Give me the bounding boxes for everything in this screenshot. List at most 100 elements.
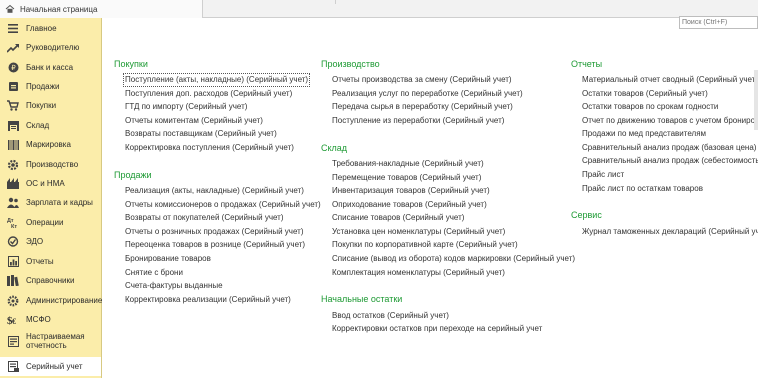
link-price-list[interactable]: Прайс лист <box>582 170 624 180</box>
link-set-prices[interactable]: Установка цен номенклатуры (Серийный уче… <box>332 227 505 237</box>
sidebar-item-label: Продажи <box>26 82 60 91</box>
section-title-production: Производство <box>321 59 380 69</box>
link-sales-comparison-base[interactable]: Сравнительный анализ продаж (базовая цен… <box>582 143 756 153</box>
sidebar-item-label: Зарплата и кадры <box>26 198 93 207</box>
link-supplier-returns[interactable]: Возвраты поставщикам (Серийный учет) <box>125 129 277 139</box>
link-purchase-receipt[interactable]: Поступление (акты, накладные) (Серийный … <box>122 73 311 87</box>
sidebar-item-operations[interactable]: Дт Кт Операции <box>0 213 101 232</box>
link-med-rep-sales[interactable]: Продажи по мед представителям <box>582 129 706 139</box>
link-unreserve[interactable]: Снятие с брони <box>125 268 183 278</box>
link-goods-transfer[interactable]: Перемещение товаров (Серийный учет) <box>332 173 481 183</box>
sidebar-item-label: Маркировка <box>26 140 71 149</box>
cart-icon <box>7 81 19 93</box>
link-goods-posting[interactable]: Оприходование товаров (Серийный учет) <box>332 200 487 210</box>
link-balance-correction[interactable]: Корректировки остатков при переходе на с… <box>332 324 542 334</box>
svg-text:€: € <box>12 317 16 325</box>
section-title-warehouse: Склад <box>321 143 348 153</box>
sidebar-item-label: Справочники <box>26 276 75 285</box>
sidebar-item-label: Операции <box>26 218 64 227</box>
sidebar-item-label: Настраиваемая отчетность <box>26 332 85 350</box>
link-processing-services[interactable]: Реализация услуг по переработке (Серийны… <box>332 89 523 99</box>
link-customs-declarations-journal[interactable]: Журнал таможенных деклараций (Серийный у… <box>582 227 758 237</box>
section-title-sales: Продажи <box>114 170 152 180</box>
scrollbar[interactable] <box>754 70 758 130</box>
dt-kt-icon: Дт Кт <box>7 217 19 229</box>
link-extra-expenses[interactable]: Поступления доп. расходов (Серийный учет… <box>125 89 292 99</box>
link-processing-receipt[interactable]: Поступление из переработки (Серийный уче… <box>332 116 504 126</box>
books-icon <box>7 275 19 287</box>
section-title-reports: Отчеты <box>571 59 603 69</box>
sidebar-item-production[interactable]: Производство <box>0 155 101 174</box>
link-sales-correction[interactable]: Корректировка реализации (Серийный учет) <box>125 295 291 305</box>
link-balance-entry[interactable]: Ввод остатков (Серийный учет) <box>332 311 449 321</box>
link-commissioner-reports[interactable]: Отчеты комиссионеров о продажах (Серийны… <box>125 200 321 210</box>
sidebar-item-label: Администрирование <box>26 296 103 305</box>
sidebar-item-main[interactable]: Главное <box>0 19 101 38</box>
tab-separator <box>335 0 336 4</box>
link-goods-reservation[interactable]: Бронирование товаров <box>125 254 211 264</box>
section-title-purchases: Покупки <box>114 59 148 69</box>
link-sales-invoice[interactable]: Реализация (акты, накладные) (Серийный у… <box>125 186 304 196</box>
link-retail-repricing[interactable]: Переоценка товаров в рознице (Серийный у… <box>125 240 305 250</box>
serial-icon <box>7 361 19 373</box>
link-issued-invoices[interactable]: Счета-фактуры выданные <box>125 281 223 291</box>
sidebar-item-label: Производство <box>26 160 79 169</box>
link-corporate-card-purchases[interactable]: Покупки по корпоративной карте (Серийный… <box>332 240 518 250</box>
sidebar-item-references[interactable]: Справочники <box>0 271 101 290</box>
link-customs-import[interactable]: ГТД по импорту (Серийный учет) <box>125 102 247 112</box>
link-committent-reports[interactable]: Отчеты комитентам (Серийный учет) <box>125 116 263 126</box>
link-retail-reports[interactable]: Отчеты о розничных продажах (Серийный уч… <box>125 227 303 237</box>
sidebar-item-reports[interactable]: Отчеты <box>0 252 101 271</box>
barcode-icon <box>7 139 19 151</box>
link-marking-codes-writeoff[interactable]: Списание (вывод из оборота) кодов маркир… <box>332 254 575 264</box>
tab-home[interactable]: Начальная страница <box>0 0 203 18</box>
sidebar-item-sales[interactable]: Продажи <box>0 77 101 96</box>
sidebar: Главное Руководителю ₽ Банк и касса Прод… <box>0 18 102 378</box>
sidebar-item-warehouse[interactable]: Склад <box>0 116 101 135</box>
link-raw-transfer[interactable]: Передача сырья в переработку (Серийный у… <box>332 102 513 112</box>
people-icon <box>7 197 19 209</box>
sidebar-item-msfo[interactable]: $ € МСФО <box>0 310 101 329</box>
sidebar-item-serial[interactable]: Серийный учет <box>0 357 101 376</box>
link-goods-writeoff[interactable]: Списание товаров (Серийный учет) <box>332 213 464 223</box>
sidebar-item-salary[interactable]: Зарплата и кадры <box>0 193 101 212</box>
trend-icon <box>7 42 19 54</box>
link-stock-expiry[interactable]: Остатки товаров по срокам годности <box>582 102 718 112</box>
section-title-service: Сервис <box>571 210 602 220</box>
sidebar-item-manager[interactable]: Руководителю <box>0 38 101 57</box>
sidebar-item-marking[interactable]: Маркировка <box>0 135 101 154</box>
sidebar-item-label: Склад <box>26 121 50 130</box>
link-stock-balances[interactable]: Остатки товаров (Серийный учет) <box>582 89 708 99</box>
link-price-list-stock[interactable]: Прайс лист по остаткам товаров <box>582 184 703 194</box>
link-inventory[interactable]: Инвентаризация товаров (Серийный учет) <box>332 186 490 196</box>
sidebar-item-purchases[interactable]: Покупки <box>0 96 101 115</box>
link-requisitions[interactable]: Требования-накладные (Серийный учет) <box>332 159 484 169</box>
report-icon <box>7 256 19 268</box>
link-sales-comparison-cost[interactable]: Сравнительный анализ продаж (себестоимос… <box>582 156 758 166</box>
sidebar-item-bank[interactable]: ₽ Банк и касса <box>0 58 101 77</box>
sidebar-item-custom-reporting[interactable]: Настраиваемая отчетность <box>0 329 101 353</box>
settings-icon <box>7 295 19 307</box>
sidebar-item-label: Руководителю <box>26 43 80 52</box>
link-goods-movement[interactable]: Отчет по движению товаров с учетом брони… <box>582 116 758 126</box>
link-kitting[interactable]: Комплектация номенклатуры (Серийный учет… <box>332 268 505 278</box>
sidebar-item-label: Покупки <box>26 101 57 110</box>
svg-text:Кт: Кт <box>11 224 17 228</box>
sidebar-item-label: ЭДО <box>26 237 44 246</box>
link-material-report[interactable]: Материальный отчет сводный (Серийный уче… <box>582 75 758 85</box>
svg-text:₽: ₽ <box>11 64 16 72</box>
link-shift-production-reports[interactable]: Отчеты производства за смену (Серийный у… <box>332 75 512 85</box>
sidebar-item-edo[interactable]: ЭДО <box>0 232 101 251</box>
sidebar-item-fixed-assets[interactable]: ОС и НМА <box>0 174 101 193</box>
building-icon <box>7 178 19 190</box>
sidebar-item-label: Главное <box>26 24 57 33</box>
link-receipt-correction[interactable]: Корректировка поступления (Серийный учет… <box>125 143 294 153</box>
coin-icon: ₽ <box>7 62 19 74</box>
warehouse-icon <box>7 120 19 132</box>
tab-home-label: Начальная страница <box>20 4 98 14</box>
search-input[interactable] <box>679 16 758 29</box>
basket-icon <box>7 100 19 112</box>
sidebar-item-administration[interactable]: Администрирование <box>0 291 103 310</box>
link-customer-returns[interactable]: Возвраты от покупателей (Серийный учет) <box>125 213 284 223</box>
sidebar-item-label: Отчеты <box>26 257 54 266</box>
